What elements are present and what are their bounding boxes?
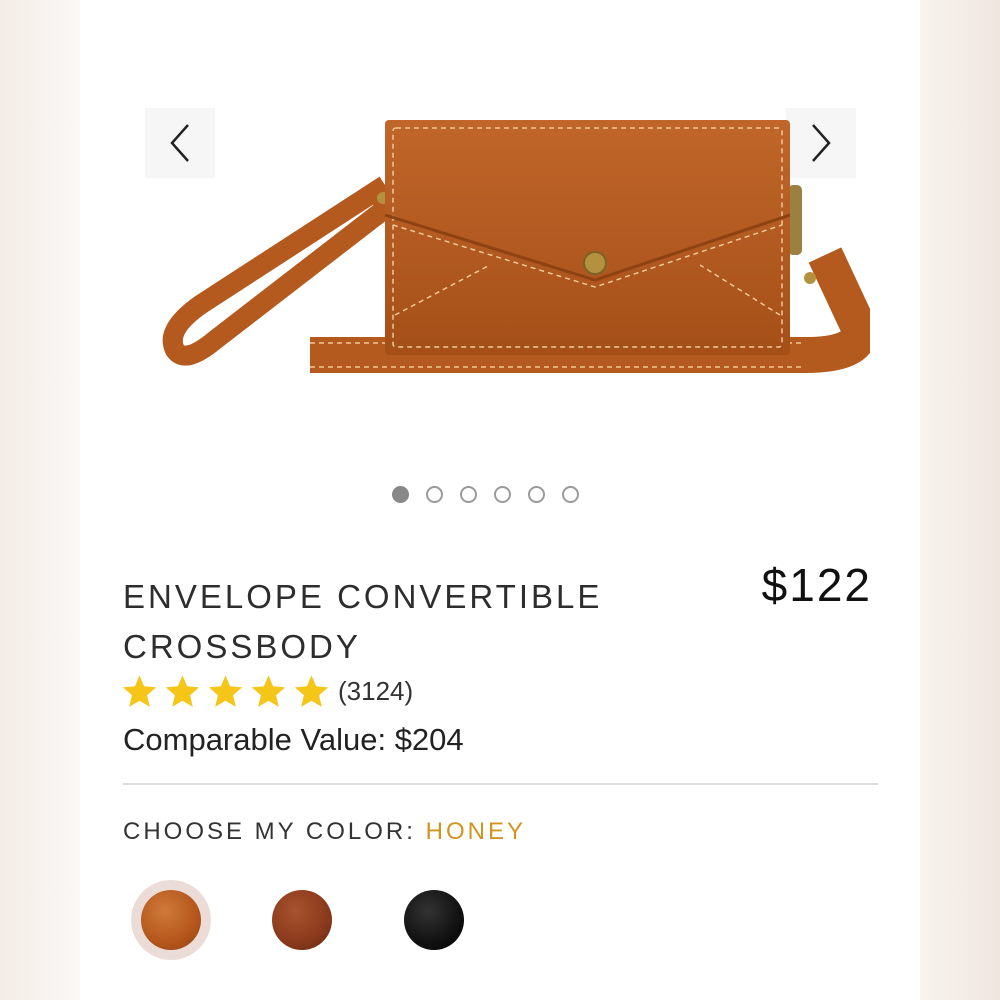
carousel-dot[interactable] xyxy=(392,486,409,503)
product-image xyxy=(162,120,870,373)
carousel-dot[interactable] xyxy=(528,486,545,503)
swatch-fill xyxy=(404,890,464,950)
selected-color-name: HONEY xyxy=(425,818,526,845)
star-icon xyxy=(208,675,243,707)
star-icon xyxy=(165,675,200,707)
carousel-dot[interactable] xyxy=(494,486,511,503)
divider xyxy=(123,783,878,785)
color-swatch-brown[interactable] xyxy=(262,880,342,960)
product-title-line: ENVELOPE CONVERTIBLE xyxy=(123,578,603,615)
carousel-dot[interactable] xyxy=(426,486,443,503)
swatch-fill xyxy=(141,890,201,950)
color-picker-label: CHOOSE MY COLOR: HONEY xyxy=(123,818,526,846)
color-swatch-black[interactable] xyxy=(394,880,474,960)
star-icon xyxy=(251,675,286,707)
color-swatch-honey[interactable] xyxy=(131,880,211,960)
product-price: $122 xyxy=(761,559,872,611)
swatch-fill xyxy=(272,890,332,950)
product-title-line: CROSSBODY xyxy=(123,628,361,665)
carousel-dots xyxy=(392,486,579,503)
carousel-dot[interactable] xyxy=(460,486,477,503)
review-count[interactable]: (3124) xyxy=(338,676,413,707)
carousel-dot[interactable] xyxy=(562,486,579,503)
rating[interactable]: (3124) xyxy=(121,673,413,710)
star-icon xyxy=(294,675,329,707)
star-icon xyxy=(122,675,157,707)
color-label-text: CHOOSE MY COLOR: xyxy=(123,818,416,845)
comparable-value: Comparable Value: $204 xyxy=(123,722,464,757)
product-title: ENVELOPE CONVERTIBLE CROSSBODY xyxy=(123,572,643,672)
